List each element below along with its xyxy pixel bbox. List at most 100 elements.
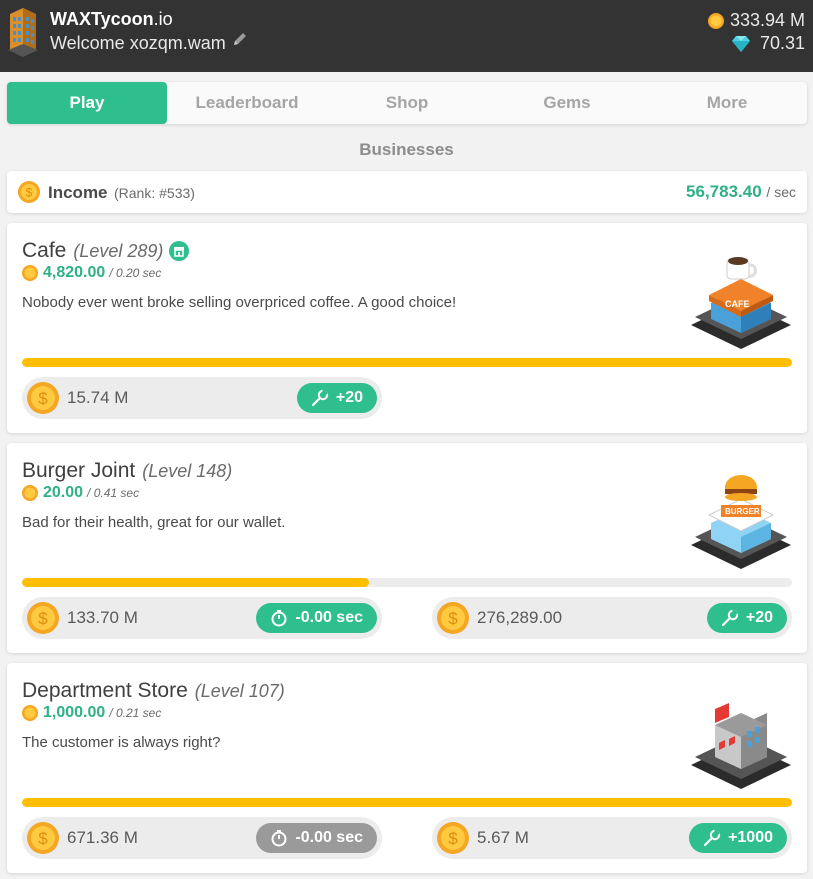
business-rate-interval: / 0.21 sec [109,706,162,720]
building-logo-icon [8,8,38,57]
income-bar: $ Income (Rank: #533) 56,783.40 / sec [7,171,807,213]
pencil-icon[interactable] [232,31,248,47]
tab-more[interactable]: More [647,82,807,124]
speed-button[interactable]: -0.00 sec [256,603,377,633]
business-description: The customer is always right? [22,734,221,751]
svg-text:CAFE: CAFE [725,299,750,309]
svg-text:$: $ [448,829,458,848]
upgrade-button[interactable]: +1000 [689,823,787,853]
upgrade-pill: $ 15.74 M +20 [22,377,382,419]
upgrade-label: +1000 [728,829,773,846]
business-rate: 4,820.00 / 0.20 sec [22,264,161,282]
upgrade-label: +20 [745,609,773,626]
income-label: Income [48,183,108,202]
wrench-icon [311,389,329,407]
business-rate-interval: / 0.20 sec [109,266,162,280]
business-name: Department Store (Level 107) [22,679,285,703]
speed-pill: $ 671.36 M -0.00 sec [22,817,382,859]
department-store-building-icon [691,703,791,789]
gem-icon [731,35,750,52]
business-title: Cafe [22,239,67,262]
svg-text:$: $ [38,389,48,408]
business-title: Department Store [22,679,188,702]
speed-pill: $ 133.70 M -0.00 sec [22,597,382,639]
business-rate: 1,000.00 / 0.21 sec [22,704,161,722]
stopwatch-icon [271,830,287,847]
speed-label: -0.00 sec [295,609,363,626]
top-bar: WAXTycoon.io Welcome xozqm.wam 333.94 M … [0,0,813,72]
income-value: 56,783.40 / sec [686,182,796,202]
svg-text:$: $ [38,609,48,628]
app-title[interactable]: WAXTycoon.io [50,9,173,30]
business-rate-amount: 4,820.00 [43,264,106,281]
stopwatch-icon [271,610,287,627]
svg-text:$: $ [38,829,48,848]
business-rate-interval: / 0.41 sec [87,486,140,500]
upgrade-pill: $ 5.67 M +1000 [432,817,792,859]
business-level: (Level 289) [73,240,164,261]
business-level: (Level 107) [194,680,285,701]
gem-balance: 70.31 [731,33,805,54]
coin-balance: 333.94 M [707,10,805,31]
tab-play[interactable]: Play [7,82,167,124]
welcome-text: Welcome xozqm.wam [50,33,226,53]
speed-button[interactable]: -0.00 sec [256,823,377,853]
business-rate: 20.00 / 0.41 sec [22,484,139,502]
wrench-icon [721,609,739,627]
wrench-icon [703,829,721,847]
cafe-building-icon: CAFE [691,257,791,349]
business-card-cafe: Cafe (Level 289) 4,820.00 / 0.20 sec Nob… [7,223,807,433]
tab-leaderboard[interactable]: Leaderboard [167,82,327,124]
speed-label: -0.00 sec [295,829,363,846]
business-name: Cafe (Level 289) [22,239,190,263]
business-description: Nobody ever went broke selling overprice… [22,294,457,311]
main-nav: Play Leaderboard Shop Gems More [7,82,807,124]
speed-cost: 671.36 M [67,828,138,847]
store-badge-icon [169,241,190,261]
svg-text:$: $ [448,609,458,628]
gem-balance-value: 70.31 [759,33,805,53]
business-rate-amount: 20.00 [43,484,84,501]
app-name: WAXTycoon [50,9,154,29]
upgrade-cost: 15.74 M [67,388,129,407]
coin-icon: $ [437,822,469,854]
speed-cost: 133.70 M [67,608,138,627]
business-progress-fill [22,798,792,807]
upgrade-cost: 5.67 M [477,828,529,847]
tab-gems[interactable]: Gems [487,82,647,124]
coin-icon: $ [27,602,59,634]
coin-icon [22,705,38,721]
business-name: Burger Joint (Level 148) [22,459,232,483]
burger-joint-building-icon: BURGER [691,475,791,569]
business-description: Bad for their health, great for our wall… [22,514,286,531]
upgrade-button[interactable]: +20 [296,383,377,413]
business-progress-bar [22,798,792,807]
business-progress-fill [22,578,369,587]
business-level: (Level 148) [142,460,233,481]
coin-icon [707,12,724,29]
coin-icon: $ [27,382,59,414]
upgrade-pill: $ 276,289.00 +20 [432,597,792,639]
coin-icon: $ [27,822,59,854]
coin-icon: $ [437,602,469,634]
upgrade-cost: 276,289.00 [477,608,563,627]
business-progress-fill [22,358,792,367]
upgrade-label: +20 [335,389,363,406]
business-card-burger-joint: Burger Joint (Level 148) 20.00 / 0.41 se… [7,443,807,653]
coin-icon [22,485,38,501]
income-rank: (Rank: #533) [114,185,195,201]
business-rate-amount: 1,000.00 [43,704,106,721]
app-tld: .io [153,9,173,29]
income-unit: / sec [766,184,796,200]
svg-text:$: $ [26,186,33,200]
coin-balance-value: 333.94 M [729,10,805,30]
income-amount: 56,783.40 [686,182,762,201]
coin-icon [22,265,38,281]
section-title: Businesses [359,140,454,159]
business-progress-bar [22,578,792,587]
upgrade-button[interactable]: +20 [706,603,787,633]
business-card-department-store: Department Store (Level 107) 1,000.00 / … [7,663,807,873]
tab-shop[interactable]: Shop [327,82,487,124]
business-title: Burger Joint [22,459,136,482]
business-progress-bar [22,358,792,367]
